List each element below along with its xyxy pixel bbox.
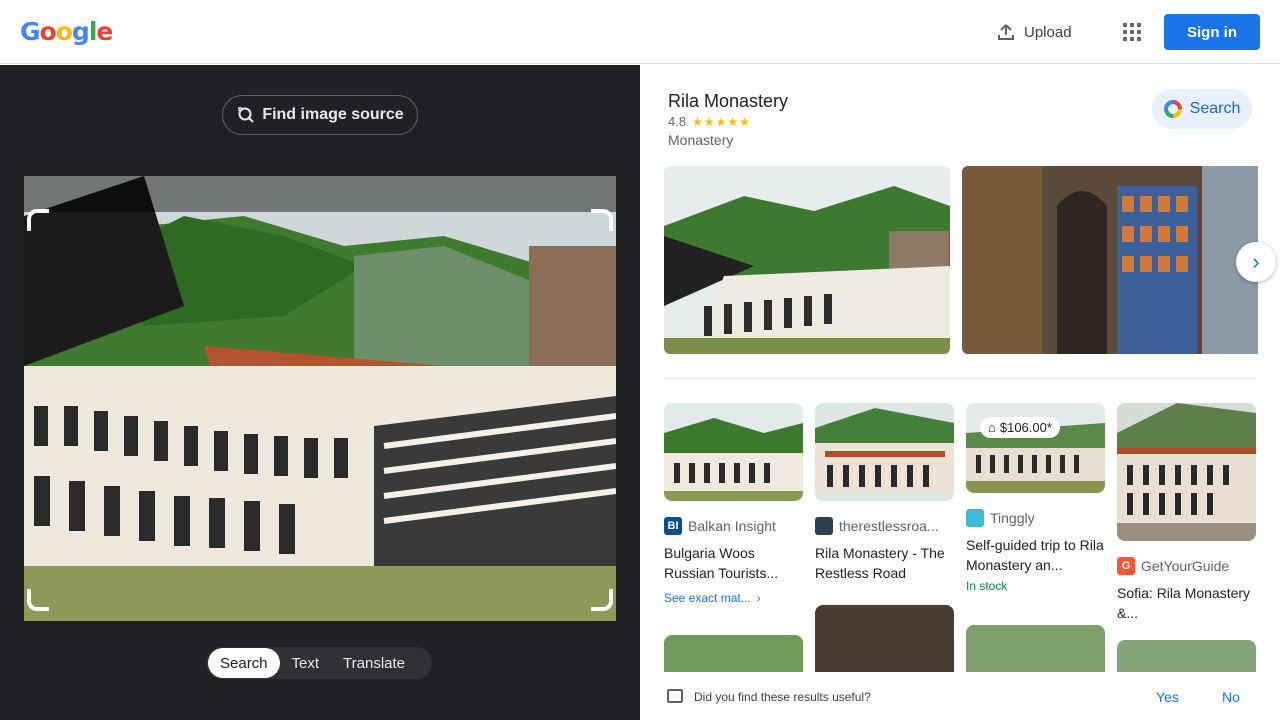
result-source-name: therestlessroa... xyxy=(839,518,939,534)
google-g-icon xyxy=(1163,100,1182,118)
result-thumbnail[interactable]: ⌂ $106.00* xyxy=(966,403,1105,493)
chevron-right-icon: › xyxy=(756,591,761,605)
tinggly-favicon-icon xyxy=(966,509,984,527)
apps-grid-icon[interactable] xyxy=(1116,16,1148,48)
result-thumbnail[interactable] xyxy=(1117,640,1256,675)
tab-translate[interactable]: Translate xyxy=(331,648,417,678)
knowledge-image-1[interactable] xyxy=(664,166,950,354)
feedback-yes-button[interactable]: Yes xyxy=(1156,689,1179,705)
result-title[interactable]: Bulgaria Woos Russian Tourists... xyxy=(664,543,803,583)
price-tag: ⌂ $106.00* xyxy=(980,417,1060,438)
see-exact-matches-link[interactable]: See exact mat... › xyxy=(664,591,803,605)
result-source: G GetYourGuide xyxy=(1117,557,1256,575)
mode-tabs: Search Text Translate xyxy=(206,647,432,679)
feedback-icon xyxy=(667,689,683,703)
feedback-no-button[interactable]: No xyxy=(1222,689,1240,705)
upload-button[interactable]: Upload xyxy=(988,14,1080,50)
result-source-name: GetYourGuide xyxy=(1141,558,1230,574)
price-value: $106.00* xyxy=(999,420,1052,435)
find-image-source-label: Find image source xyxy=(262,106,404,123)
entity-type: Monastery xyxy=(668,132,734,148)
feedback-question: Did you find these results useful? xyxy=(694,690,871,704)
crop-handle-bottom-right[interactable] xyxy=(591,589,613,611)
result-source: Tinggly xyxy=(966,509,1105,527)
result-card[interactable]: ⌂ $106.00* Tinggly Self-guided trip to R… xyxy=(966,403,1105,593)
crop-handle-top-left[interactable] xyxy=(27,209,49,231)
result-card[interactable]: G GetYourGuide Sofia: Rila Monastery &..… xyxy=(1117,403,1256,623)
stock-status: In stock xyxy=(966,579,1008,593)
section-divider xyxy=(664,378,1256,379)
rating-value: 4.8 xyxy=(668,114,687,129)
find-image-source-button[interactable]: Find image source xyxy=(222,95,418,135)
result-title[interactable]: Sofia: Rila Monastery &... xyxy=(1117,583,1256,623)
restless-road-favicon-icon xyxy=(815,517,833,535)
header: Google Upload Sign in xyxy=(0,0,1280,64)
result-title[interactable]: Self-guided trip to Rila Monastery an... xyxy=(966,535,1105,575)
upload-icon xyxy=(998,24,1014,40)
result-card[interactable]: therestlessroa... Rila Monastery - The R… xyxy=(815,403,954,583)
google-search-button[interactable]: Search xyxy=(1152,89,1252,129)
result-thumbnail[interactable] xyxy=(815,403,954,501)
upload-label: Upload xyxy=(1024,23,1072,41)
getyourguide-favicon-icon: G xyxy=(1117,557,1135,575)
tag-icon: ⌂ xyxy=(988,420,996,435)
chevron-right-icon: › xyxy=(1252,249,1260,274)
lens-image-panel: Find image source Search Text Translate xyxy=(0,65,640,720)
results-panel: Rila Monastery 4.8 ★★★★★ Monastery Searc… xyxy=(640,65,1280,720)
result-title[interactable]: Rila Monastery - The Restless Road xyxy=(815,543,954,583)
knowledge-image-2[interactable] xyxy=(962,166,1258,354)
result-thumbnail[interactable] xyxy=(966,625,1105,675)
crop-shade xyxy=(24,176,616,212)
see-exact-matches-label: See exact mat... xyxy=(664,591,751,605)
monastery-photo xyxy=(24,176,616,621)
lens-search-icon xyxy=(238,107,255,123)
uploaded-image[interactable] xyxy=(24,176,616,621)
sign-in-button[interactable]: Sign in xyxy=(1164,14,1260,50)
google-search-label: Search xyxy=(1189,100,1241,117)
rating-stars-icon: ★★★★★ xyxy=(692,114,751,129)
result-thumbnail[interactable] xyxy=(1117,403,1256,541)
tab-search[interactable]: Search xyxy=(208,648,280,678)
crop-handle-bottom-left[interactable] xyxy=(27,589,49,611)
result-source: BI Balkan Insight xyxy=(664,517,803,535)
result-thumbnail[interactable] xyxy=(664,635,803,675)
result-source-name: Balkan Insight xyxy=(688,518,776,534)
result-thumbnail[interactable] xyxy=(815,605,954,675)
rating-row: 4.8 ★★★★★ xyxy=(668,114,751,129)
tab-text[interactable]: Text xyxy=(280,648,332,678)
balkan-insight-favicon-icon: BI xyxy=(664,517,682,535)
carousel-next-button[interactable]: › xyxy=(1236,242,1276,282)
google-logo[interactable]: Google xyxy=(20,17,113,47)
crop-handle-top-right[interactable] xyxy=(591,209,613,231)
knowledge-panel-title[interactable]: Rila Monastery xyxy=(668,91,788,112)
result-source-name: Tinggly xyxy=(990,510,1035,526)
result-card[interactable]: BI Balkan Insight Bulgaria Woos Russian … xyxy=(664,403,803,605)
result-source: therestlessroa... xyxy=(815,517,954,535)
feedback-bar: Did you find these results useful? Yes N… xyxy=(640,672,1280,720)
result-thumbnail[interactable] xyxy=(664,403,803,501)
